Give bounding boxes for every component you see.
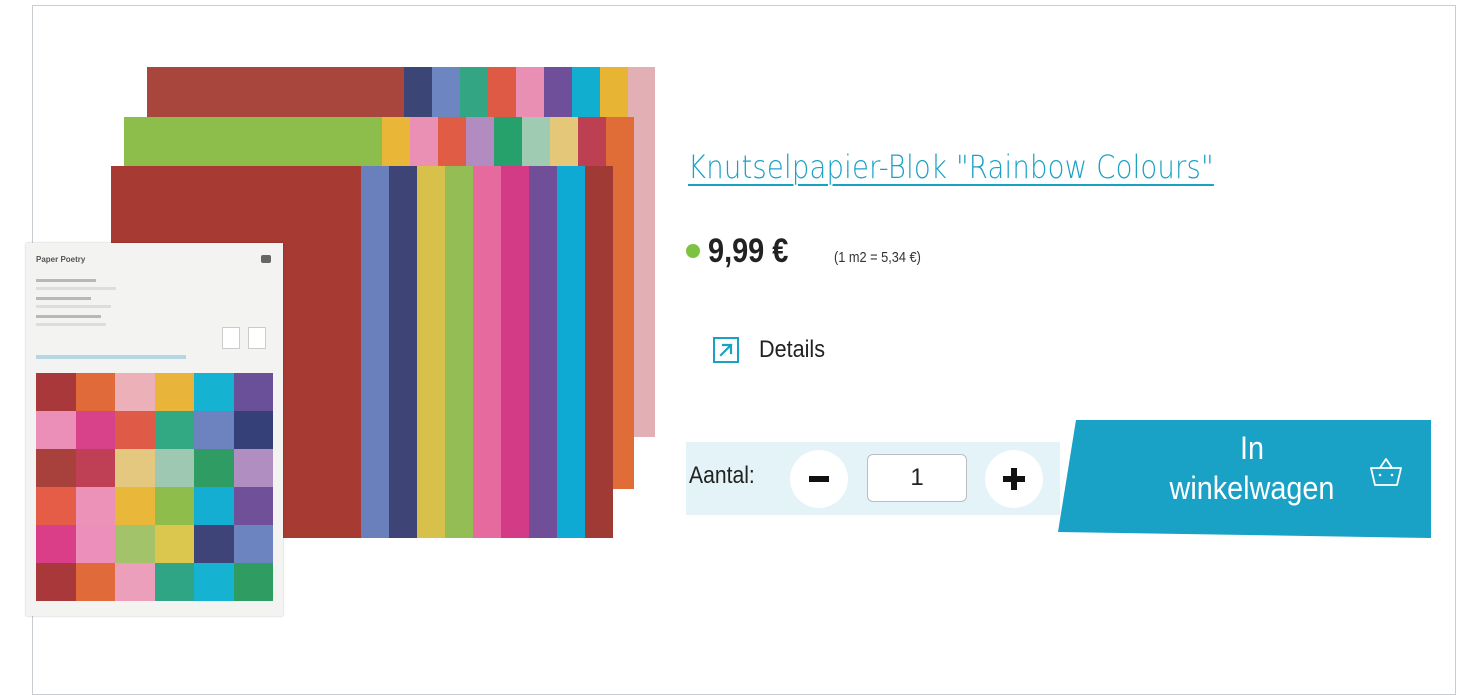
quantity-decrease-button[interactable] (790, 450, 848, 508)
cover-color-grid (36, 373, 273, 601)
quantity-label: Aantal: (689, 462, 755, 489)
product-title-link[interactable]: Knutselpapier-Blok "Rainbow Colours" (688, 148, 1214, 186)
shopping-basket-icon (1370, 458, 1402, 486)
details-label: Details (759, 336, 826, 363)
cover-badge (261, 255, 271, 263)
availability-dot-icon (686, 244, 700, 258)
price-row: 9,99 € (1 m2 = 5,34 €) (686, 232, 936, 271)
product-price: 9,99 € (708, 232, 789, 270)
unit-price: (1 m2 = 5,34 €) (834, 249, 921, 266)
cover-brand-text: Paper Poetry (36, 255, 86, 264)
external-arrow-icon (713, 337, 739, 363)
quantity-input[interactable] (867, 454, 967, 502)
plus-icon (1003, 468, 1025, 490)
add-to-cart-label: In winkelwagen (1169, 430, 1335, 506)
minus-icon (809, 476, 829, 482)
block-cover: Paper Poetry (26, 243, 283, 616)
add-to-cart-button[interactable]: In winkelwagen (1058, 420, 1431, 538)
quantity-increase-button[interactable] (985, 450, 1043, 508)
details-link[interactable]: Details (713, 336, 832, 364)
